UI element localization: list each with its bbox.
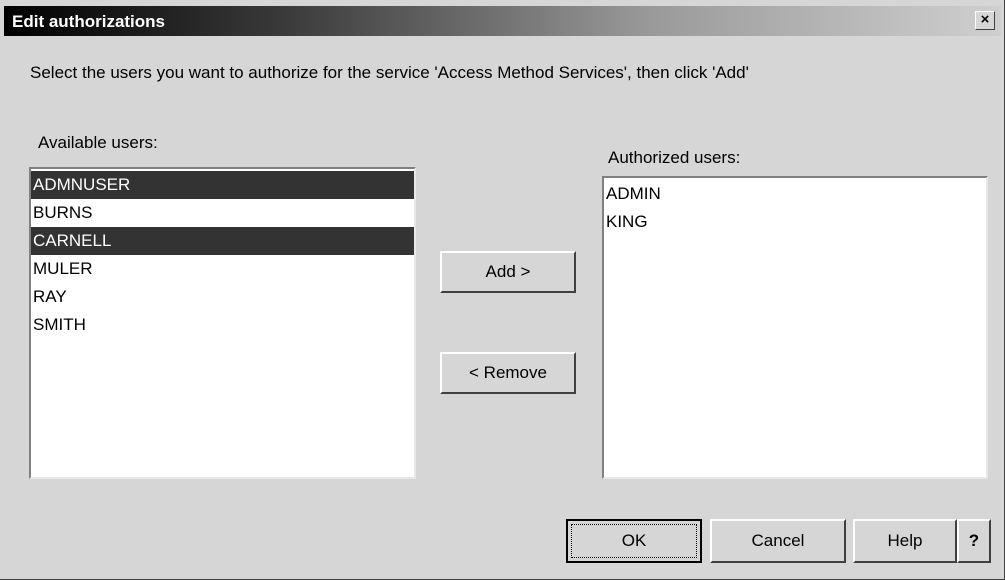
ok-button[interactable]: OK (566, 519, 702, 563)
remove-button-label: < Remove (469, 363, 547, 382)
title-bar[interactable]: Edit authorizations × (4, 6, 1001, 36)
authorized-user-item[interactable]: KING (604, 208, 986, 236)
available-users-list[interactable]: ADMNUSER BURNS CARNELL MULER RAY SMITH (29, 167, 416, 479)
question-icon: ? (968, 531, 980, 550)
available-user-item[interactable]: BURNS (31, 199, 414, 227)
available-users-label: Available users: (38, 133, 158, 152)
add-button-label: Add > (485, 262, 531, 281)
available-user-item[interactable]: CARNELL (31, 227, 414, 255)
help-button-label: Help (887, 531, 923, 550)
cancel-button[interactable]: Cancel (710, 519, 846, 563)
add-button[interactable]: Add > (440, 251, 576, 293)
cancel-button-label: Cancel (751, 531, 805, 550)
remove-button[interactable]: < Remove (440, 352, 576, 394)
instruction-text: Select the users you want to authorize f… (30, 63, 749, 82)
authorized-users-list[interactable]: ADMIN KING (602, 176, 988, 479)
window-title: Edit authorizations (12, 12, 165, 31)
focus-ring (571, 524, 697, 558)
available-user-item[interactable]: ADMNUSER (31, 171, 414, 199)
authorized-user-item[interactable]: ADMIN (604, 180, 986, 208)
authorized-users-label: Authorized users: (608, 148, 741, 167)
available-user-item[interactable]: SMITH (31, 311, 414, 339)
available-user-item[interactable]: MULER (31, 255, 414, 283)
edit-authorizations-dialog: Edit authorizations × Select the users y… (0, 0, 1005, 580)
available-user-item[interactable]: RAY (31, 283, 414, 311)
close-icon[interactable]: × (975, 11, 995, 30)
context-help-button[interactable]: ? (957, 519, 991, 563)
help-button[interactable]: Help (853, 519, 957, 563)
